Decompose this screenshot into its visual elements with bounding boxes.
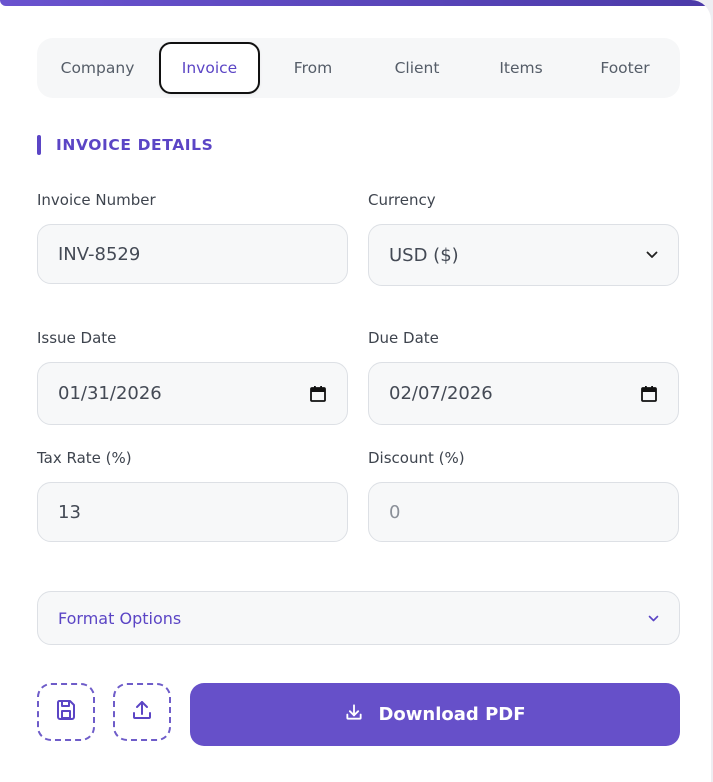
currency-value: USD ($) <box>389 244 459 266</box>
section-title-text: INVOICE DETAILS <box>56 136 214 154</box>
section-title-marker <box>37 135 41 155</box>
tab-from[interactable]: From <box>263 42 363 94</box>
discount-value: 0 <box>389 501 401 523</box>
tab-footer[interactable]: Footer <box>575 42 675 94</box>
currency-label: Currency <box>368 191 436 209</box>
top-accent-bar <box>0 0 711 6</box>
tab-invoice[interactable]: Invoice <box>159 42 260 94</box>
tab-company[interactable]: Company <box>45 42 150 94</box>
download-pdf-button[interactable]: Download PDF <box>190 683 680 746</box>
calendar-icon[interactable] <box>309 385 327 403</box>
discount-input[interactable]: 0 <box>368 482 679 542</box>
invoice-editor-card: Company Invoice From Client Items Footer… <box>0 0 711 782</box>
save-icon <box>54 698 78 726</box>
invoice-number-value: INV-8529 <box>58 243 141 265</box>
download-icon <box>344 702 378 727</box>
upload-icon <box>130 698 154 726</box>
issue-date-label: Issue Date <box>37 329 117 347</box>
invoice-number-label: Invoice Number <box>37 191 156 209</box>
tab-bar: Company Invoice From Client Items Footer <box>37 38 680 98</box>
format-options-toggle[interactable]: Format Options <box>37 591 680 645</box>
tab-items[interactable]: Items <box>471 42 571 94</box>
tab-client[interactable]: Client <box>367 42 467 94</box>
tax-rate-value: 13 <box>58 501 81 523</box>
due-date-value: 02/07/2026 <box>389 383 493 404</box>
currency-select[interactable]: USD ($) <box>368 224 679 286</box>
tax-rate-input[interactable]: 13 <box>37 482 348 542</box>
calendar-icon[interactable] <box>640 385 658 403</box>
section-title: INVOICE DETAILS <box>37 135 213 155</box>
issue-date-input[interactable]: 01/31/2026 <box>37 362 348 425</box>
chevron-down-icon <box>648 615 659 622</box>
invoice-number-input[interactable]: INV-8529 <box>37 224 348 284</box>
format-options-label: Format Options <box>58 608 182 628</box>
chevron-down-icon <box>646 251 658 259</box>
tax-rate-label: Tax Rate (%) <box>37 449 132 467</box>
save-button[interactable] <box>37 683 95 741</box>
upload-button[interactable] <box>113 683 171 741</box>
download-pdf-label: Download PDF <box>378 704 526 725</box>
due-date-input[interactable]: 02/07/2026 <box>368 362 679 425</box>
issue-date-value: 01/31/2026 <box>58 383 162 404</box>
due-date-label: Due Date <box>368 329 439 347</box>
discount-label: Discount (%) <box>368 449 465 467</box>
